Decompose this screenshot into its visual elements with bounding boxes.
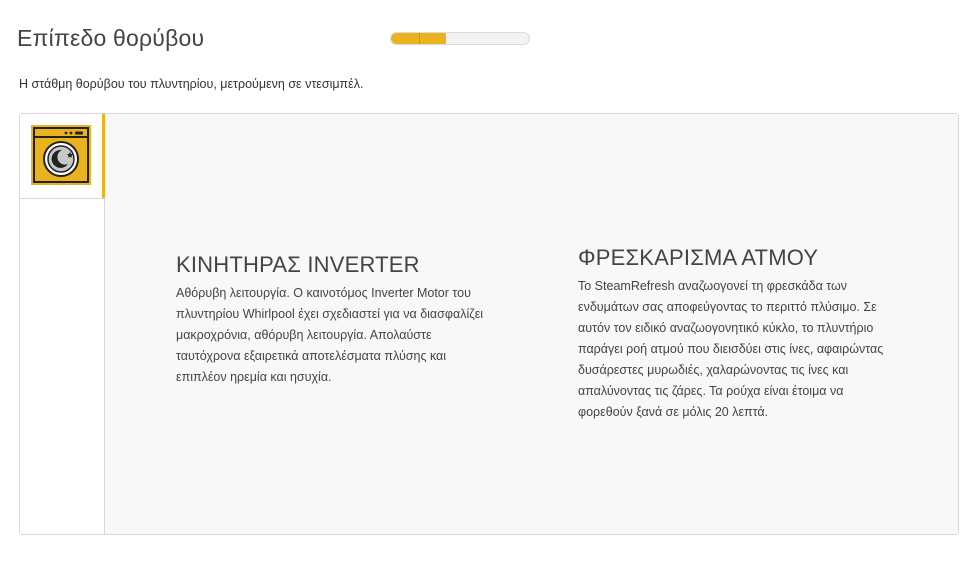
tab-night-mode[interactable] bbox=[20, 114, 105, 199]
features-panel: ΚΙΝΗΤΗΡΑΣ INVERTER Αθόρυβη λειτουργία. Ο… bbox=[19, 113, 959, 535]
feature-description: Αθόρυβη λειτουργία. Ο καινοτόμος Inverte… bbox=[176, 286, 484, 384]
washing-machine-night-mode-icon bbox=[31, 125, 91, 185]
page-title: Επίπεδο θορύβου bbox=[17, 25, 205, 51]
noise-level-description: Η στάθμη θορύβου του πλυντηρίου, μετρούμ… bbox=[19, 77, 364, 91]
noise-level-segment-divider bbox=[418, 33, 420, 44]
features-content: ΚΙΝΗΤΗΡΑΣ INVERTER Αθόρυβη λειτουργία. Ο… bbox=[105, 114, 958, 534]
feature-tabs bbox=[20, 114, 105, 534]
feature-steam-refresh: ΦΡΕΣΚΑΡΙΣΜΑ ΑΤΜΟΥ Το SteamRefresh αναζωο… bbox=[578, 245, 888, 423]
feature-description: Το SteamRefresh αναζωογονεί τη φρεσκάδα … bbox=[578, 279, 884, 419]
feature-title: ΚΙΝΗΤΗΡΑΣ INVERTER bbox=[176, 252, 420, 277]
feature-title: ΦΡΕΣΚΑΡΙΣΜΑ ΑΤΜΟΥ bbox=[578, 245, 819, 270]
feature-inverter-motor: ΚΙΝΗΤΗΡΑΣ INVERTER Αθόρυβη λειτουργία. Ο… bbox=[176, 252, 486, 388]
noise-level-meter bbox=[390, 32, 530, 45]
